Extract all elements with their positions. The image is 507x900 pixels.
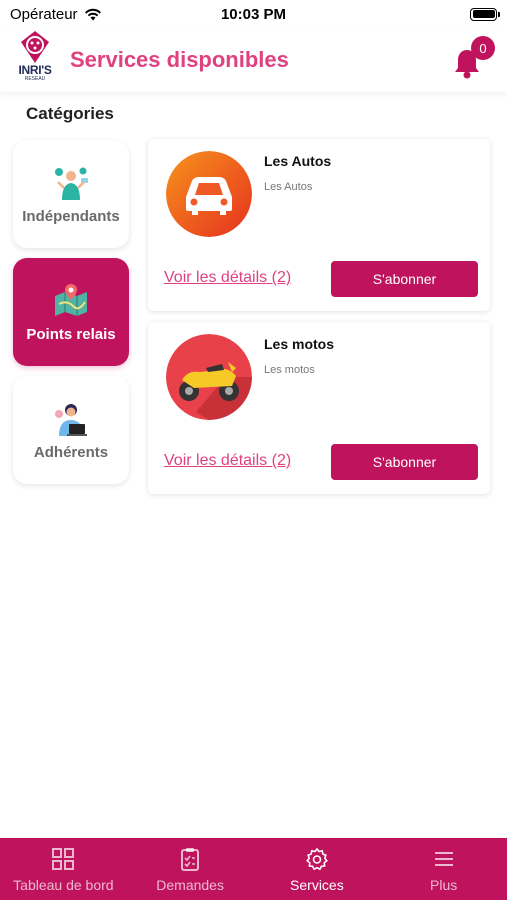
tab-tableau-de-bord[interactable]: Tableau de bord: [0, 838, 126, 893]
service-subtitle: Les motos: [264, 364, 315, 376]
category-points-relais[interactable]: Points relais: [13, 258, 129, 366]
service-card: Les Autos Les Autos Voir les détails (2)…: [148, 139, 490, 311]
map-icon: [55, 283, 87, 316]
notification-count-badge: 0: [471, 36, 495, 60]
service-title: Les motos: [264, 336, 335, 352]
car-icon: [166, 151, 252, 237]
status-bar: Opérateur 10:03 PM: [0, 0, 507, 28]
bottom-tab-bar: Tableau de bord Demandes Services Plus: [0, 838, 507, 900]
app-header: INRI'S RESEAU Services disponibles 0: [0, 28, 507, 92]
tab-services[interactable]: Services: [254, 838, 380, 893]
tab-demandes[interactable]: Demandes: [127, 838, 253, 893]
subscribe-button[interactable]: S'abonner: [331, 444, 478, 480]
battery-icon: [470, 7, 500, 21]
menu-icon: [434, 852, 453, 866]
notifications-button[interactable]: 0: [451, 36, 495, 80]
category-adherents[interactable]: Adhérents: [13, 376, 129, 484]
subscribe-button[interactable]: S'abonner: [331, 261, 478, 297]
tab-label: Tableau de bord: [13, 877, 114, 893]
app-logo: INRI'S RESEAU: [12, 30, 58, 90]
person-laptop-icon: [55, 403, 87, 436]
service-subtitle: Les Autos: [264, 181, 313, 193]
carrier-label: Opérateur: [10, 5, 78, 23]
category-label: Adhérents: [33, 443, 109, 461]
clipboard-icon: [181, 848, 200, 871]
category-label: Indépendants: [22, 207, 120, 225]
category-label: Points relais: [26, 325, 116, 343]
details-link[interactable]: Voir les détails (2): [164, 452, 291, 470]
page-title: Services disponibles: [70, 47, 289, 72]
logo-subtext: RESEAU: [24, 76, 46, 82]
service-title: Les Autos: [264, 153, 332, 169]
tab-plus[interactable]: Plus: [381, 838, 507, 893]
dashboard-icon: [52, 848, 75, 870]
logo-text: INRI'S: [18, 63, 52, 77]
gear-icon: [305, 847, 328, 871]
motorcycle-icon: [166, 334, 252, 420]
tab-label: Demandes: [156, 877, 224, 893]
carrier-group: Opérateur: [10, 6, 102, 23]
logo-emblem-icon: [21, 31, 49, 63]
details-link[interactable]: Voir les détails (2): [164, 269, 291, 287]
tab-label: Plus: [430, 877, 458, 893]
wifi-icon: [84, 8, 101, 20]
service-card: Les motos Les motos Voir les détails (2)…: [148, 322, 490, 494]
category-independants[interactable]: Indépendants: [13, 140, 129, 248]
tab-label: Services: [290, 877, 344, 893]
categories-heading: Catégories: [26, 104, 114, 123]
person-tech-icon: [55, 167, 88, 200]
